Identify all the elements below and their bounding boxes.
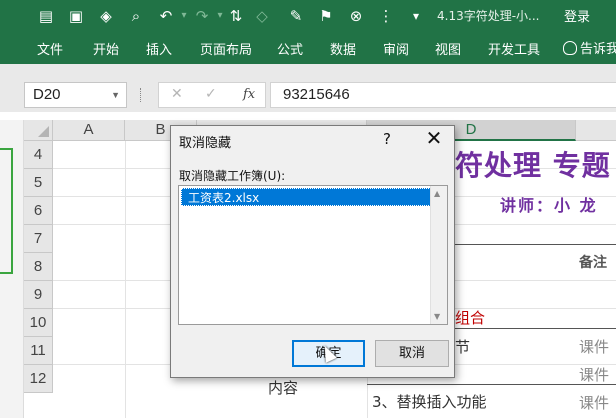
sort-icon[interactable]: ⇅ bbox=[226, 6, 246, 26]
save-icon[interactable]: ▤ bbox=[36, 6, 56, 26]
tab-file[interactable]: 文件 bbox=[37, 39, 63, 58]
tell-me-box[interactable]: 告诉我 bbox=[563, 38, 616, 57]
name-box[interactable]: D20 ▼ bbox=[24, 82, 127, 108]
tab-developer[interactable]: 开发工具 bbox=[488, 39, 540, 58]
touch-icon[interactable]: ◈ bbox=[96, 6, 116, 26]
login-link[interactable]: 登录 bbox=[564, 6, 590, 25]
row-header-10[interactable]: 10 bbox=[24, 309, 53, 337]
row-header-9[interactable]: 9 bbox=[24, 281, 53, 309]
more-icon[interactable]: ⋮ bbox=[376, 6, 396, 26]
lightbulb-icon bbox=[563, 41, 577, 55]
row-header-4[interactable]: 4 bbox=[24, 141, 53, 169]
tab-page-layout[interactable]: 页面布局 bbox=[200, 39, 252, 58]
select-all-button[interactable] bbox=[24, 120, 53, 141]
workbook-list[interactable]: 工资表2.xlsx ▲ ▼ bbox=[178, 185, 448, 325]
chevron-down-icon[interactable]: ▼ bbox=[111, 83, 120, 107]
ribbon-collapsed-area bbox=[0, 64, 616, 78]
save-as-icon[interactable]: ▣ bbox=[66, 6, 86, 26]
shape-icon[interactable]: ◇ bbox=[252, 6, 272, 26]
tab-formulas[interactable]: 公式 bbox=[277, 39, 303, 58]
cell-course-10: 课件 bbox=[579, 338, 610, 356]
undo-dropdown-icon[interactable]: ▾ bbox=[174, 6, 194, 26]
flag-icon[interactable]: ⚑ bbox=[316, 6, 336, 26]
cell-course-12: 课件 bbox=[579, 394, 610, 412]
workbook-list-label: 取消隐藏工作簿(U): bbox=[179, 169, 286, 183]
scroll-up-icon[interactable]: ▲ bbox=[434, 189, 440, 198]
formula-bar-separator[interactable] bbox=[140, 88, 142, 102]
tab-view[interactable]: 视图 bbox=[435, 39, 461, 58]
column-header-e[interactable] bbox=[576, 120, 616, 141]
row-header-5[interactable]: 5 bbox=[24, 169, 53, 197]
redo-icon[interactable]: ↷ bbox=[192, 6, 212, 26]
list-scrollbar[interactable]: ▲ ▼ bbox=[430, 186, 447, 324]
sheet-title: 符处理 专题 bbox=[455, 149, 611, 182]
selection-highlight bbox=[0, 148, 13, 274]
left-pane bbox=[0, 120, 24, 418]
tab-data[interactable]: 数据 bbox=[330, 39, 356, 58]
row-header-7[interactable]: 7 bbox=[24, 225, 53, 253]
comment-icon[interactable]: ✎ bbox=[286, 6, 306, 26]
formula-bar: D20 ▼ ✕ ✓ fx 93215646 bbox=[0, 78, 616, 112]
unhide-dialog: 取消隐藏 ? ✕ 取消隐藏工作簿(U): 工资表2.xlsx ▲ ▼ 确定 取消 bbox=[170, 125, 455, 378]
tab-review[interactable]: 审阅 bbox=[383, 39, 409, 58]
cell-d12: 3、替换插入功能 bbox=[372, 393, 487, 411]
quick-access-toolbar: ▤ ▣ ◈ ⌕ ↶ ▾ ↷ ▾ ⇅ ◇ ✎ ⚑ ⊗ ⋮ ▾ 4.13字符处理-小… bbox=[0, 0, 616, 32]
undo-icon[interactable]: ↶ bbox=[156, 6, 176, 26]
window-title: 4.13字符处理-小... bbox=[437, 9, 540, 23]
note-header: 备注 bbox=[579, 255, 607, 271]
cell-d10: 节 bbox=[455, 338, 471, 356]
row-header-8[interactable]: 8 bbox=[24, 253, 53, 281]
row-header-11[interactable]: 11 bbox=[24, 337, 53, 365]
column-header-a[interactable]: A bbox=[53, 120, 125, 141]
customize-dropdown-icon[interactable]: ▾ bbox=[406, 6, 426, 26]
row-header-12[interactable]: 12 bbox=[24, 365, 53, 393]
tab-home[interactable]: 开始 bbox=[93, 39, 119, 58]
cancel-icon[interactable]: ✕ bbox=[171, 86, 183, 102]
scroll-down-icon[interactable]: ▼ bbox=[434, 312, 440, 321]
formula-input[interactable]: 93215646 bbox=[270, 82, 616, 108]
cell-course-11: 课件 bbox=[579, 366, 610, 384]
teacher-label: 讲师：小 龙 bbox=[500, 196, 598, 215]
cell-c11: 内容 bbox=[268, 379, 299, 397]
cell-d9: 组合 bbox=[455, 309, 486, 327]
list-item[interactable]: 工资表2.xlsx bbox=[181, 188, 433, 206]
enter-icon[interactable]: ✓ bbox=[205, 86, 217, 102]
ribbon-tabs: 文件 开始 插入 页面布局 公式 数据 审阅 视图 开发工具 告诉我 bbox=[0, 32, 616, 64]
tell-me-label: 告诉我 bbox=[580, 42, 616, 57]
print-preview-icon[interactable]: ⌕ bbox=[126, 6, 146, 26]
insert-function-icon[interactable]: fx bbox=[243, 87, 255, 102]
formula-buttons: ✕ ✓ fx bbox=[158, 82, 266, 108]
name-box-value: D20 bbox=[33, 86, 61, 103]
help-button[interactable]: ? bbox=[383, 130, 391, 148]
cancel-button[interactable]: 取消 bbox=[375, 340, 449, 367]
row-header-6[interactable]: 6 bbox=[24, 197, 53, 225]
dialog-title: 取消隐藏 bbox=[179, 136, 232, 151]
clear-icon[interactable]: ⊗ bbox=[346, 6, 366, 26]
close-icon[interactable]: ✕ bbox=[419, 127, 449, 151]
tab-insert[interactable]: 插入 bbox=[146, 39, 172, 58]
